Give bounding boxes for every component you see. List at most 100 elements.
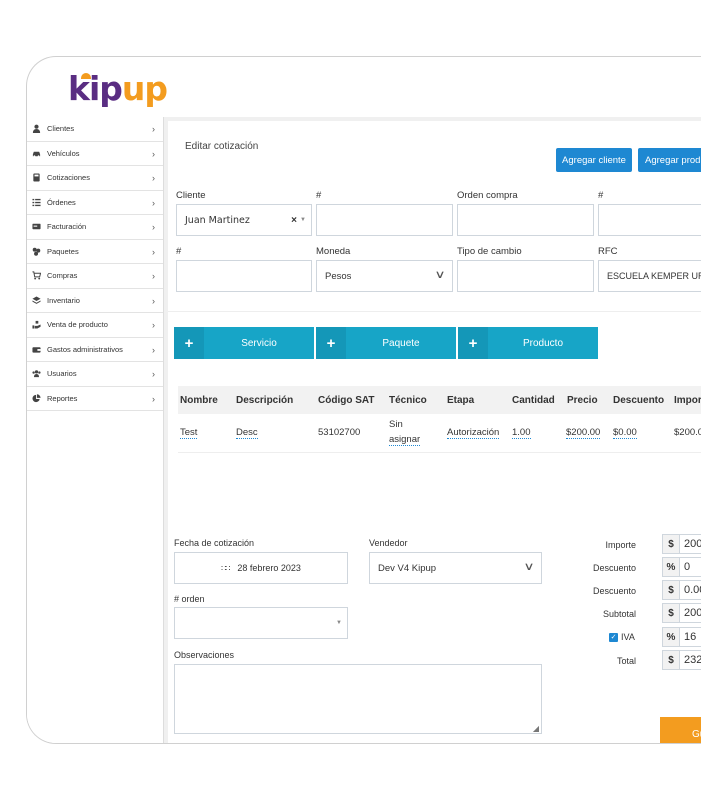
logo-part1: kip xyxy=(68,69,123,108)
descuento-percent-field[interactable]: % 0 xyxy=(662,557,701,577)
add-product-button[interactable]: Agregar produ xyxy=(638,148,701,172)
dropdown-caret-icon: ▼ xyxy=(336,620,342,626)
moneda-value: Pesos xyxy=(325,270,352,282)
expenses-icon xyxy=(32,347,41,353)
chevron-right-icon: › xyxy=(152,320,155,330)
iva-label: IVA xyxy=(621,632,635,642)
cell-tecnico-2[interactable]: asignar xyxy=(389,434,421,446)
cell-importe: $200.0 xyxy=(674,427,701,438)
iva-field[interactable]: % 16 xyxy=(662,627,701,647)
plus-icon: + xyxy=(174,327,204,359)
chevron-down-icon: ∨ xyxy=(523,561,535,573)
vendedor-select[interactable]: Dev V4 Kipup ∨ xyxy=(369,552,542,584)
sidebar-item-cotizaciones[interactable]: Cotizaciones › xyxy=(27,166,163,191)
cell-etapa[interactable]: Autorización xyxy=(447,427,500,439)
items-table-header: Nombre Descripción Código SAT Técnico Et… xyxy=(178,386,701,414)
sidebar-item-vehiculos[interactable]: Vehículos › xyxy=(27,142,163,166)
chevron-right-icon: › xyxy=(152,271,155,281)
currency-prefix: $ xyxy=(663,581,680,599)
tipo-cambio-input[interactable] xyxy=(457,260,594,292)
sidebar-item-inventario[interactable]: Inventario › xyxy=(27,289,163,313)
percent-prefix: % xyxy=(663,558,680,576)
column-header: Cantidad xyxy=(512,395,555,406)
sidebar: Clientes › Vehículos › Cotizaciones › Ór… xyxy=(27,117,164,743)
page-title: Editar cotización xyxy=(185,141,259,152)
plus-icon: + xyxy=(458,327,488,359)
hash-label-3: # xyxy=(176,246,182,257)
sidebar-item-label: Venta de producto xyxy=(47,320,108,330)
sidebar-item-clientes[interactable]: Clientes › xyxy=(27,117,163,142)
sidebar-item-label: Paquetes xyxy=(47,246,79,256)
total-value: 232.0 xyxy=(684,654,701,666)
resize-handle-icon[interactable]: ◢ xyxy=(533,724,539,733)
vendedor-label: Vendedor xyxy=(369,538,408,548)
save-button[interactable]: Gu xyxy=(660,717,701,743)
sidebar-item-compras[interactable]: Compras › xyxy=(27,264,163,289)
add-client-button[interactable]: Agregar cliente xyxy=(556,148,632,172)
iva-toggle[interactable]: ✓ IVA xyxy=(609,632,635,642)
sidebar-item-gastos[interactable]: Gastos administrativos › xyxy=(27,338,163,362)
cell-descripcion[interactable]: Desc xyxy=(236,427,258,439)
kipup-logo[interactable]: kipup xyxy=(68,69,168,108)
cell-descuento[interactable]: $0.00 xyxy=(613,427,637,439)
column-header: Nombre xyxy=(180,395,218,406)
currency-prefix: $ xyxy=(663,651,680,669)
car-icon xyxy=(32,151,41,157)
add-servicio-label: Servicio xyxy=(241,337,277,349)
fecha-label: Fecha de cotización xyxy=(174,538,255,548)
sidebar-item-venta-producto[interactable]: Venta de producto › xyxy=(27,313,163,338)
cell-codigo: 53102700 xyxy=(318,427,361,438)
chevron-down-icon: ∨ xyxy=(434,269,446,281)
cell-precio[interactable]: $200.00 xyxy=(566,427,601,439)
moneda-select[interactable]: Pesos ∨ xyxy=(316,260,453,292)
sidebar-item-facturacion[interactable]: Facturación › xyxy=(27,215,163,240)
column-header: Técnico xyxy=(389,395,427,406)
sidebar-item-label: Facturación xyxy=(47,222,87,232)
descuento-amount-field[interactable]: $ 0.00 xyxy=(662,580,701,600)
orden-select[interactable]: ▼ xyxy=(174,607,348,639)
cell-nombre[interactable]: Test xyxy=(180,427,198,439)
row-divider xyxy=(178,452,701,453)
subtotal-field: $ 200.0 xyxy=(662,603,701,623)
add-servicio-button[interactable]: + Servicio xyxy=(174,327,314,359)
observaciones-textarea[interactable]: ◢ xyxy=(174,664,542,734)
orden-compra-input[interactable] xyxy=(457,204,594,236)
chevron-right-icon: › xyxy=(152,148,155,159)
sidebar-item-usuarios[interactable]: Usuarios › xyxy=(27,362,163,387)
orden-compra-label: Orden compra xyxy=(457,190,518,201)
vendedor-value: Dev V4 Kipup xyxy=(378,562,437,574)
hash-label-1: # xyxy=(316,190,322,201)
hash-input-3[interactable] xyxy=(176,260,312,292)
sidebar-item-label: Vehículos xyxy=(47,148,80,158)
cell-tecnico-1[interactable]: Sin xyxy=(389,419,403,430)
cliente-select[interactable]: Juan Martinez × ▼ xyxy=(176,204,312,236)
main-content: Editar cotización Agregar cliente Agrega… xyxy=(164,117,701,743)
column-header: Precio xyxy=(567,395,598,406)
cliente-label: Cliente xyxy=(176,190,206,201)
iva-checkbox[interactable]: ✓ xyxy=(609,632,618,642)
plus-icon: + xyxy=(316,327,346,359)
orden-label: # orden xyxy=(174,594,205,604)
add-paquete-button[interactable]: + Paquete xyxy=(316,327,456,359)
chevron-right-icon: › xyxy=(152,197,155,208)
clear-icon[interactable]: × xyxy=(291,215,297,226)
hash-input-1[interactable] xyxy=(316,204,453,236)
sidebar-item-ordenes[interactable]: Órdenes › xyxy=(27,191,163,215)
cell-cantidad[interactable]: 1.00 xyxy=(512,427,531,439)
fecha-picker[interactable]: ∷∷ 28 febrero 2023 xyxy=(174,552,348,584)
rfc-input[interactable]: ESCUELA KEMPER URG xyxy=(598,260,701,292)
sidebar-item-paquetes[interactable]: Paquetes › xyxy=(27,240,163,264)
add-producto-label: Producto xyxy=(522,337,564,349)
total-field: $ 232.0 xyxy=(662,650,701,670)
hash-input-2[interactable] xyxy=(598,204,701,236)
subtotal-label: Subtotal xyxy=(602,609,636,619)
users-icon xyxy=(32,370,41,378)
sidebar-item-reportes[interactable]: Reportes › xyxy=(27,387,163,411)
chevron-right-icon: › xyxy=(152,369,155,379)
list-icon xyxy=(32,198,41,206)
chevron-right-icon: › xyxy=(152,124,155,134)
rfc-value: ESCUELA KEMPER URG xyxy=(607,271,701,281)
add-producto-button[interactable]: + Producto xyxy=(458,327,598,359)
sidebar-item-label: Clientes xyxy=(47,124,75,134)
invoice-icon xyxy=(32,224,41,230)
